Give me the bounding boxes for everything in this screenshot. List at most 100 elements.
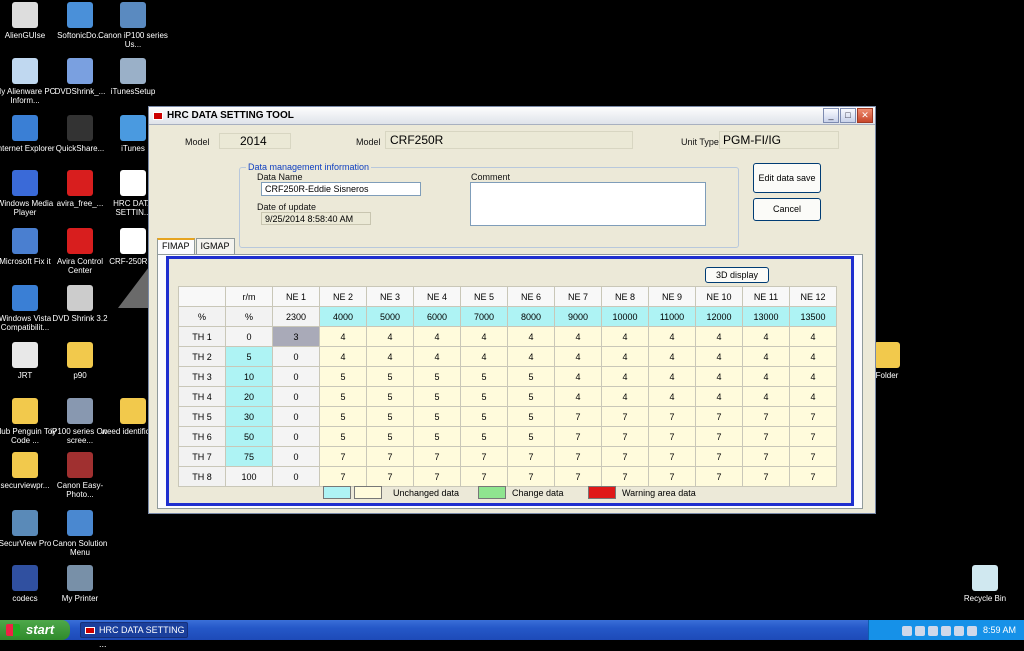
map-value-cell[interactable]: 4 <box>601 326 649 347</box>
map-value-cell[interactable]: 4 <box>695 386 743 407</box>
map-value-cell[interactable]: 4 <box>460 346 508 367</box>
map-value-cell[interactable]: 0 <box>272 446 320 467</box>
map-value-cell[interactable]: 7 <box>460 446 508 467</box>
map-value-cell[interactable]: 7 <box>554 426 602 447</box>
map-value-cell[interactable]: 4 <box>507 346 555 367</box>
rpm-cell[interactable]: 13500 <box>789 306 837 327</box>
tab-fimap[interactable]: FIMAP <box>157 238 195 255</box>
tab-igmap[interactable]: IGMAP <box>195 238 235 255</box>
map-value-cell[interactable]: 7 <box>601 406 649 427</box>
map-value-cell[interactable]: 5 <box>366 386 414 407</box>
help-tray-icon[interactable] <box>902 625 913 636</box>
map-value-cell[interactable]: 4 <box>507 326 555 347</box>
rpm-cell[interactable]: 11000 <box>648 306 696 327</box>
map-value-cell[interactable]: 7 <box>413 466 461 487</box>
map-value-cell[interactable]: 4 <box>742 386 790 407</box>
map-value-cell[interactable]: 7 <box>742 446 790 467</box>
map-value-cell[interactable]: 5 <box>319 366 367 387</box>
throttle-pct-cell[interactable]: 20 <box>225 386 273 407</box>
map-value-cell[interactable]: 4 <box>319 326 367 347</box>
map-value-cell[interactable]: 4 <box>554 346 602 367</box>
map-value-cell[interactable]: 5 <box>319 406 367 427</box>
map-value-cell[interactable]: 7 <box>789 446 837 467</box>
throttle-pct-cell[interactable]: 10 <box>225 366 273 387</box>
map-value-cell[interactable]: 5 <box>413 406 461 427</box>
map-value-cell[interactable]: 4 <box>695 346 743 367</box>
map-value-cell[interactable]: 5 <box>507 426 555 447</box>
clock[interactable]: 8:59 AM <box>983 625 1016 635</box>
map-value-cell[interactable]: 7 <box>601 446 649 467</box>
map-value-cell[interactable]: 7 <box>319 466 367 487</box>
map-value-cell[interactable]: 4 <box>742 326 790 347</box>
map-value-cell[interactable]: 7 <box>789 426 837 447</box>
map-value-cell[interactable]: 7 <box>507 446 555 467</box>
map-value-cell[interactable]: 0 <box>272 406 320 427</box>
shield-tray-icon[interactable] <box>915 625 926 636</box>
volume-tray-icon[interactable] <box>941 625 952 636</box>
map-value-cell[interactable]: 5 <box>413 386 461 407</box>
maximize-button[interactable]: □ <box>840 108 856 123</box>
rpm-cell[interactable]: 13000 <box>742 306 790 327</box>
rpm-cell[interactable]: 10000 <box>601 306 649 327</box>
map-value-cell[interactable]: 7 <box>789 406 837 427</box>
map-value-cell[interactable]: 4 <box>601 346 649 367</box>
map-value-cell[interactable]: 7 <box>742 466 790 487</box>
desktop-icon[interactable]: Canon Solution Menu <box>45 510 115 557</box>
map-value-cell[interactable]: 7 <box>695 446 743 467</box>
map-value-cell[interactable]: 4 <box>554 386 602 407</box>
map-value-cell[interactable]: 7 <box>554 446 602 467</box>
desktop-icon[interactable]: Canon iP100 series Us... <box>98 2 168 49</box>
map-value-cell[interactable]: 7 <box>742 426 790 447</box>
map-value-cell[interactable]: 4 <box>460 326 508 347</box>
map-value-cell[interactable]: 4 <box>366 326 414 347</box>
map-value-cell[interactable]: 4 <box>648 326 696 347</box>
throttle-pct-cell[interactable]: 100 <box>225 466 273 487</box>
map-value-cell[interactable]: 5 <box>507 386 555 407</box>
map-value-cell[interactable]: 5 <box>460 426 508 447</box>
map-value-cell[interactable]: 4 <box>366 346 414 367</box>
network-tray-icon[interactable] <box>928 625 939 636</box>
map-value-cell[interactable]: 4 <box>601 386 649 407</box>
map-value-cell[interactable]: 4 <box>648 366 696 387</box>
map-value-cell[interactable]: 5 <box>460 406 508 427</box>
map-value-cell[interactable]: 3 <box>272 326 320 347</box>
comment-textarea[interactable] <box>470 182 706 226</box>
map-value-cell[interactable]: 5 <box>319 426 367 447</box>
throttle-pct-cell[interactable]: 75 <box>225 446 273 467</box>
map-value-cell[interactable]: 7 <box>319 446 367 467</box>
taskbar-item-hrc[interactable]: HRC DATA SETTING ... <box>80 622 188 649</box>
map-value-cell[interactable]: 5 <box>413 426 461 447</box>
map-value-cell[interactable]: 7 <box>648 466 696 487</box>
map-value-cell[interactable]: 7 <box>695 466 743 487</box>
map-value-cell[interactable]: 7 <box>507 466 555 487</box>
map-value-cell[interactable]: 4 <box>789 386 837 407</box>
map-value-cell[interactable]: 5 <box>366 366 414 387</box>
map-value-cell[interactable]: 4 <box>413 346 461 367</box>
desktop-icon[interactable]: Canon Easy-Photo... <box>45 452 115 499</box>
map-value-cell[interactable]: 7 <box>366 446 414 467</box>
map-value-cell[interactable]: 7 <box>601 426 649 447</box>
rpm-cell[interactable]: 9000 <box>554 306 602 327</box>
map-value-cell[interactable]: 5 <box>366 426 414 447</box>
rpm-cell[interactable]: 6000 <box>413 306 461 327</box>
map-value-cell[interactable]: 5 <box>366 406 414 427</box>
map-value-cell[interactable]: 7 <box>413 446 461 467</box>
desktop-icon[interactable]: p90 <box>45 342 115 380</box>
map-value-cell[interactable]: 4 <box>601 366 649 387</box>
map-value-cell[interactable]: 5 <box>413 366 461 387</box>
map-value-cell[interactable]: 7 <box>695 406 743 427</box>
map-value-cell[interactable]: 4 <box>319 346 367 367</box>
map-value-cell[interactable]: 5 <box>460 386 508 407</box>
throttle-pct-cell[interactable]: 0 <box>225 326 273 347</box>
desktop-icon[interactable]: iTunesSetup <box>98 58 168 96</box>
map-value-cell[interactable]: 4 <box>789 366 837 387</box>
map-value-cell[interactable]: 7 <box>742 406 790 427</box>
throttle-pct-cell[interactable]: 50 <box>225 426 273 447</box>
map-value-cell[interactable]: 7 <box>601 466 649 487</box>
edit-data-save-button[interactable]: Edit data save <box>753 163 821 193</box>
desktop-icon[interactable]: Recycle Bin <box>950 565 1020 603</box>
rpm-cell[interactable]: 2300 <box>272 306 320 327</box>
close-button[interactable]: ✕ <box>857 108 873 123</box>
data-name-input[interactable]: CRF250R-Eddie Sisneros <box>261 182 421 196</box>
map-value-cell[interactable]: 4 <box>695 326 743 347</box>
